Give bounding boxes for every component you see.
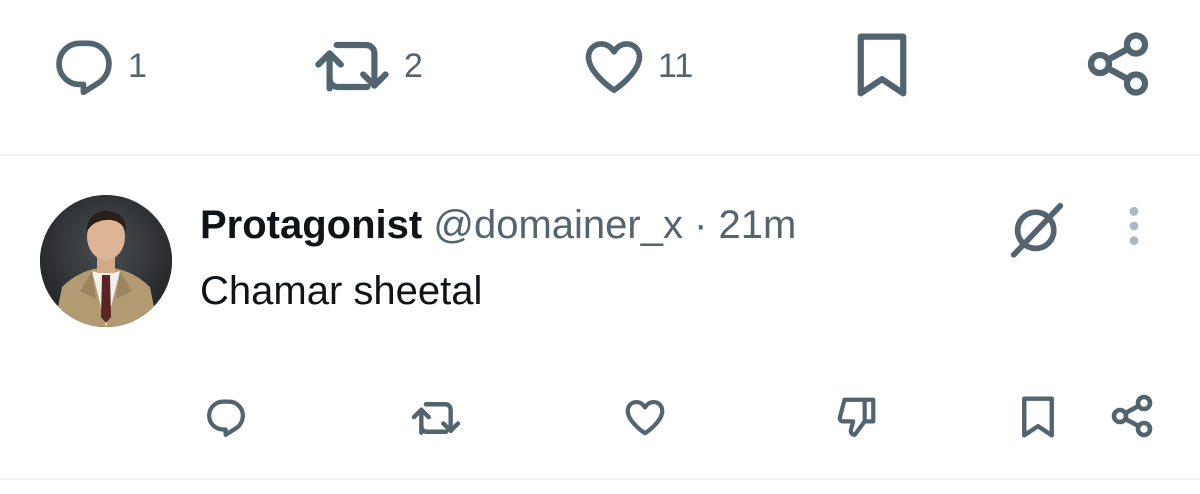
grok-icon[interactable] xyxy=(1006,198,1068,265)
like-button[interactable]: 11 xyxy=(580,32,693,100)
separator-dot: · xyxy=(694,203,708,247)
heart-icon xyxy=(580,32,648,100)
reply-icon xyxy=(50,32,118,100)
tweet-detail-page: 1 2 11 Protagonist @domainer_x · 21m Cha… xyxy=(0,0,1200,494)
divider xyxy=(0,154,1200,156)
retweet-icon xyxy=(310,32,394,100)
share-icon xyxy=(1082,28,1154,100)
retweet-count: 2 xyxy=(404,46,423,85)
tweet-text: Chamar sheetal xyxy=(200,269,483,313)
reply-tweet[interactable]: Protagonist @domainer_x · 21m Chamar she… xyxy=(0,192,1200,382)
reply-bookmark-button[interactable] xyxy=(1016,392,1060,442)
heart-icon xyxy=(622,394,668,440)
timestamp[interactable]: 21m xyxy=(719,203,797,247)
thumbs-down-icon xyxy=(834,394,880,440)
reply-button[interactable]: 1 xyxy=(50,32,147,100)
reply-like-button[interactable] xyxy=(622,394,668,440)
main-tweet-action-bar: 1 2 11 xyxy=(0,24,1200,104)
divider xyxy=(0,478,1200,480)
reply-count: 1 xyxy=(128,46,147,85)
reply-action-bar xyxy=(0,386,1200,446)
share-button[interactable] xyxy=(1082,28,1154,100)
display-name[interactable]: Protagonist xyxy=(200,203,422,247)
reply-share-button[interactable] xyxy=(1108,392,1156,440)
bookmark-icon xyxy=(1016,392,1060,442)
reply-dislike-button[interactable] xyxy=(834,394,880,440)
bookmark-button[interactable] xyxy=(848,28,916,102)
share-icon xyxy=(1108,392,1156,440)
reply-header: Protagonist @domainer_x · 21m xyxy=(200,200,796,250)
reply-reply-button[interactable] xyxy=(203,394,249,440)
bookmark-icon xyxy=(848,28,916,102)
more-vertical-icon[interactable] xyxy=(1120,204,1148,253)
user-avatar[interactable] xyxy=(40,195,172,327)
reply-retweet-button[interactable] xyxy=(408,396,464,440)
reply-icon xyxy=(203,394,249,440)
like-count: 11 xyxy=(658,46,694,85)
retweet-icon xyxy=(408,396,464,440)
user-handle[interactable]: @domainer_x xyxy=(433,203,683,247)
retweet-button[interactable]: 2 xyxy=(310,32,423,100)
